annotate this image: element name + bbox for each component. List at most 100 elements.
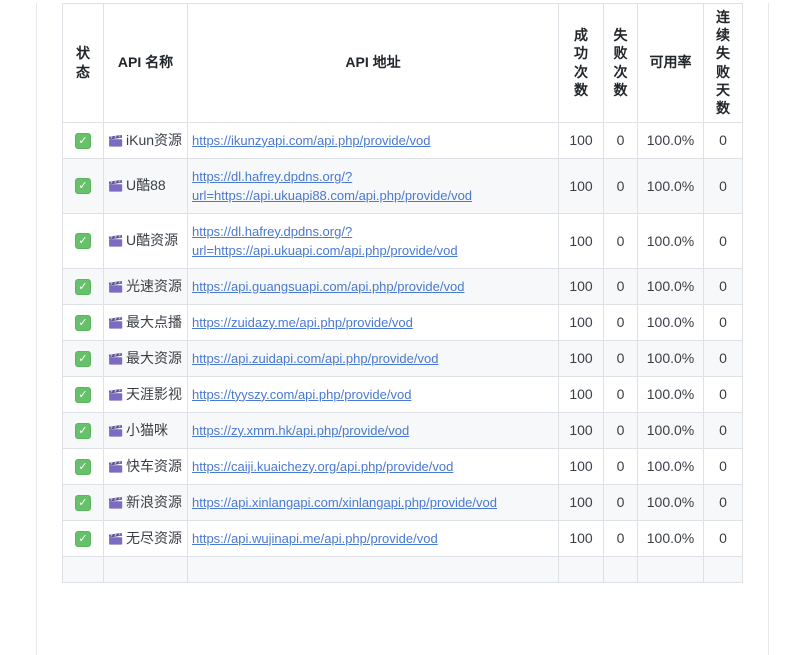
consecutive-fail-days-cell: 0: [704, 520, 743, 556]
fail-count-cell: 0: [604, 484, 638, 520]
api-name-text: 最大点播: [126, 314, 182, 330]
api-url-link[interactable]: https://api.zuidapi.com/api.php/provide/…: [192, 351, 438, 366]
column-header-api-url: API 地址: [188, 4, 559, 123]
clapperboard-icon: [108, 179, 123, 192]
success-count-cell: 100: [559, 376, 604, 412]
consecutive-fail-days-cell: 0: [704, 304, 743, 340]
api-url-link[interactable]: https://api.xinlangapi.com/xinlangapi.ph…: [192, 495, 497, 510]
page-right-border: [768, 3, 769, 655]
consecutive-fail-days-cell: 0: [704, 122, 743, 158]
status-checkbox[interactable]: ✓: [75, 387, 91, 403]
api-name-text: 快车资源: [126, 458, 182, 474]
api-name-text: 最大资源: [126, 350, 182, 366]
status-checkbox[interactable]: ✓: [75, 233, 91, 249]
table-row: ✓ 新浪资源 https://api.xinlangapi.com/xinlan…: [63, 484, 743, 520]
success-count-cell: 100: [559, 520, 604, 556]
status-checkbox[interactable]: ✓: [75, 315, 91, 331]
api-name-cell: 天涯影视: [104, 376, 188, 412]
api-url-cell: https://api.guangsuapi.com/api.php/provi…: [188, 268, 559, 304]
status-checkbox[interactable]: ✓: [75, 423, 91, 439]
success-count-cell: 100: [559, 340, 604, 376]
api-name-text: 天涯影视: [126, 386, 182, 402]
consecutive-fail-days-cell: 0: [704, 448, 743, 484]
availability-cell: 100.0%: [638, 304, 704, 340]
clapperboard-icon: [108, 532, 123, 545]
status-checkbox[interactable]: ✓: [75, 351, 91, 367]
api-url-link[interactable]: https://dl.hafrey.dpdns.org/?url=https:/…: [192, 169, 472, 203]
column-header-status: 状态: [63, 4, 104, 123]
api-url-link[interactable]: https://tyyszy.com/api.php/provide/vod: [192, 387, 411, 402]
api-name-text: iKun资源: [126, 132, 182, 148]
api-url-link[interactable]: https://zy.xmm.hk/api.php/provide/vod: [192, 423, 409, 438]
status-cell: ✓: [63, 122, 104, 158]
table-row: ✓ 最大点播 https://zuidazy.me/api.php/provid…: [63, 304, 743, 340]
api-name-cell: 光速资源: [104, 268, 188, 304]
status-cell: ✓: [63, 448, 104, 484]
api-url-cell: https://tyyszy.com/api.php/provide/vod: [188, 376, 559, 412]
status-cell: ✓: [63, 412, 104, 448]
status-checkbox[interactable]: ✓: [75, 178, 91, 194]
partial-next-row: [63, 556, 743, 582]
table-body: ✓ iKun资源 https://ikunzyapi.com/api.php/p…: [63, 122, 743, 582]
fail-count-cell: 0: [604, 340, 638, 376]
column-header-success-count: 成功次数: [559, 4, 604, 123]
api-url-link[interactable]: https://api.wujinapi.me/api.php/provide/…: [192, 531, 438, 546]
table-row: ✓ 天涯影视 https://tyyszy.com/api.php/provid…: [63, 376, 743, 412]
availability-cell: 100.0%: [638, 412, 704, 448]
status-checkbox[interactable]: ✓: [75, 133, 91, 149]
api-url-link[interactable]: https://caiji.kuaichezy.org/api.php/prov…: [192, 459, 453, 474]
table-row: ✓ 小猫咪 https://zy.xmm.hk/api.php/provide/…: [63, 412, 743, 448]
api-name-cell: iKun资源: [104, 122, 188, 158]
api-url-cell: https://zuidazy.me/api.php/provide/vod: [188, 304, 559, 340]
clapperboard-icon: [108, 134, 123, 147]
clapperboard-icon: [108, 388, 123, 401]
success-count-cell: 100: [559, 484, 604, 520]
status-checkbox[interactable]: ✓: [75, 531, 91, 547]
availability-cell: 100.0%: [638, 376, 704, 412]
api-url-cell: https://ikunzyapi.com/api.php/provide/vo…: [188, 122, 559, 158]
fail-count-cell: 0: [604, 122, 638, 158]
api-url-cell: https://dl.hafrey.dpdns.org/?url=https:/…: [188, 213, 559, 268]
status-checkbox[interactable]: ✓: [75, 279, 91, 295]
column-header-api-name: API 名称: [104, 4, 188, 123]
clapperboard-icon: [108, 234, 123, 247]
page: 状态 API 名称 API 地址 成功次数 失败次数 可用率 连: [0, 3, 800, 655]
availability-cell: 100.0%: [638, 340, 704, 376]
status-cell: ✓: [63, 304, 104, 340]
availability-cell: 100.0%: [638, 520, 704, 556]
api-name-text: U酷资源: [126, 232, 178, 248]
fail-count-cell: 0: [604, 520, 638, 556]
api-url-link[interactable]: https://ikunzyapi.com/api.php/provide/vo…: [192, 133, 430, 148]
api-url-link[interactable]: https://zuidazy.me/api.php/provide/vod: [192, 315, 413, 330]
api-name-cell: U酷资源: [104, 213, 188, 268]
status-checkbox[interactable]: ✓: [75, 495, 91, 511]
api-url-cell: https://api.xinlangapi.com/xinlangapi.ph…: [188, 484, 559, 520]
table-row: ✓ iKun资源 https://ikunzyapi.com/api.php/p…: [63, 122, 743, 158]
status-checkbox[interactable]: ✓: [75, 459, 91, 475]
fail-count-cell: 0: [604, 448, 638, 484]
table-row: ✓ 光速资源 https://api.guangsuapi.com/api.ph…: [63, 268, 743, 304]
consecutive-fail-days-cell: 0: [704, 340, 743, 376]
success-count-cell: 100: [559, 268, 604, 304]
status-cell: ✓: [63, 520, 104, 556]
fail-count-cell: 0: [604, 158, 638, 213]
clapperboard-icon: [108, 280, 123, 293]
consecutive-fail-days-cell: 0: [704, 376, 743, 412]
api-name-cell: 小猫咪: [104, 412, 188, 448]
api-url-cell: https://caiji.kuaichezy.org/api.php/prov…: [188, 448, 559, 484]
success-count-cell: 100: [559, 448, 604, 484]
api-name-cell: 最大资源: [104, 340, 188, 376]
api-url-link[interactable]: https://dl.hafrey.dpdns.org/?url=https:/…: [192, 224, 458, 258]
api-url-link[interactable]: https://api.guangsuapi.com/api.php/provi…: [192, 279, 464, 294]
table-row: ✓ U酷88 https://dl.hafrey.dpdns.org/?url=…: [63, 158, 743, 213]
api-name-text: 光速资源: [126, 278, 182, 294]
api-name-cell: U酷88: [104, 158, 188, 213]
column-header-availability: 可用率: [638, 4, 704, 123]
api-url-cell: https://zy.xmm.hk/api.php/provide/vod: [188, 412, 559, 448]
api-status-table: 状态 API 名称 API 地址 成功次数 失败次数 可用率 连: [62, 3, 743, 583]
fail-count-cell: 0: [604, 268, 638, 304]
success-count-cell: 100: [559, 412, 604, 448]
api-url-cell: https://dl.hafrey.dpdns.org/?url=https:/…: [188, 158, 559, 213]
status-cell: ✓: [63, 158, 104, 213]
status-cell: ✓: [63, 213, 104, 268]
